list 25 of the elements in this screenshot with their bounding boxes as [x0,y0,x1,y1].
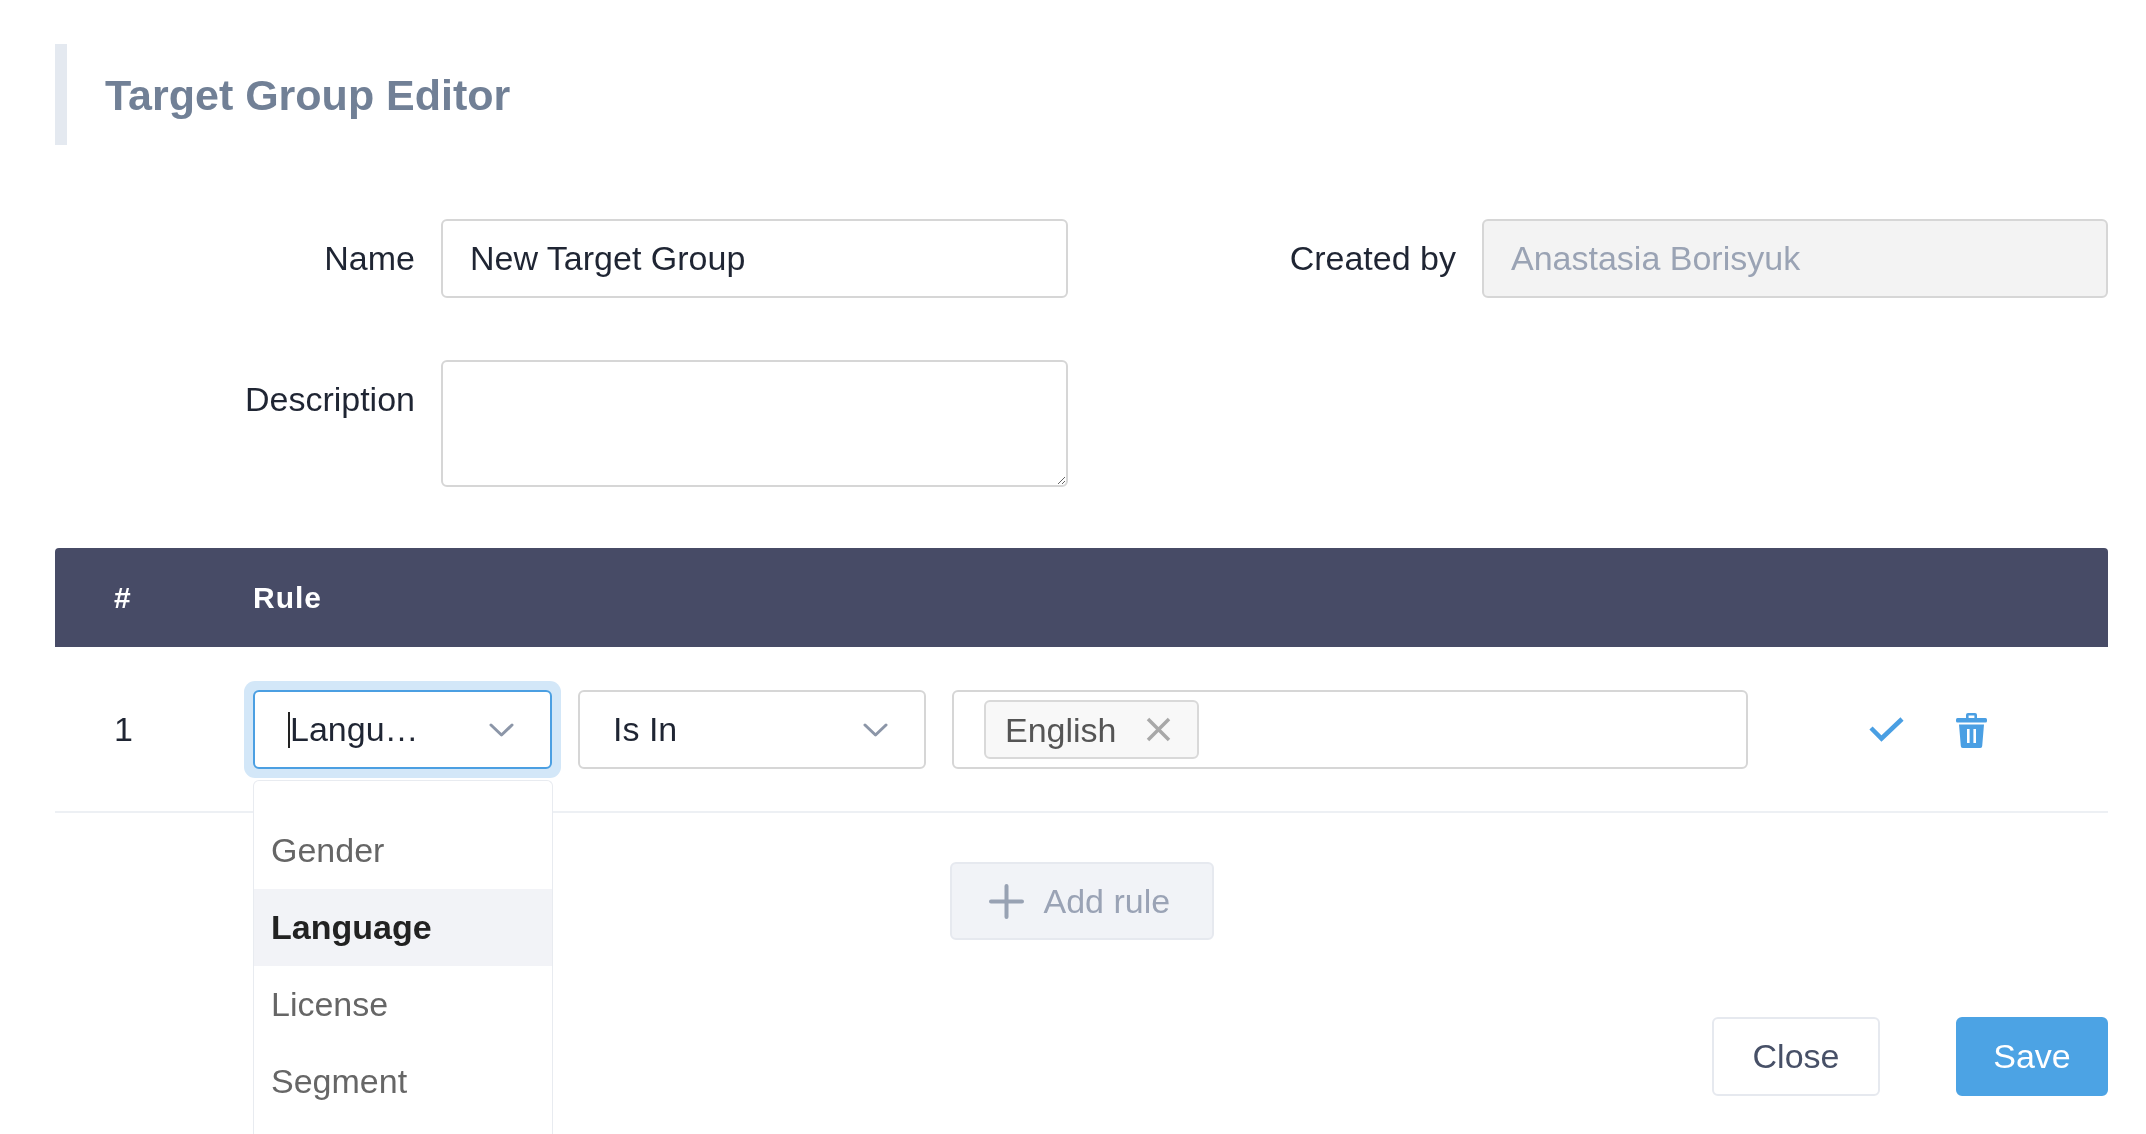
close-icon[interactable] [1145,717,1171,742]
tag-input-field[interactable]: English [952,690,1748,769]
name-input[interactable]: New Target Group [441,219,1068,298]
field-label: Created by [1289,238,1456,278]
row-number: 1 [114,710,133,748]
field-label: Description [244,379,415,419]
field-label: Name [324,238,415,278]
checkmark-icon[interactable] [1869,717,1904,742]
chevron-down-icon [863,722,888,737]
column-header: Rule [253,580,322,614]
text-cursor-icon [288,711,290,748]
dropdown-option[interactable]: License [254,966,552,1043]
plus-icon [988,883,1024,919]
attribute-select[interactable]: Langu… [244,681,561,778]
operator-select[interactable]: Is In [578,690,926,769]
column-header: # [114,580,132,614]
dropdown-option[interactable]: Gender [254,812,552,889]
description-field[interactable] [441,360,1068,487]
tag-label: English [1005,709,1117,750]
chevron-down-icon [489,722,514,737]
page-title: Target Group Editor [105,69,511,121]
dropdown-option[interactable]: Language [254,889,552,966]
close-button[interactable]: Close [1712,1017,1880,1096]
dropdown-option[interactable]: Segment [254,1043,552,1120]
trash-icon[interactable] [1955,711,1988,748]
